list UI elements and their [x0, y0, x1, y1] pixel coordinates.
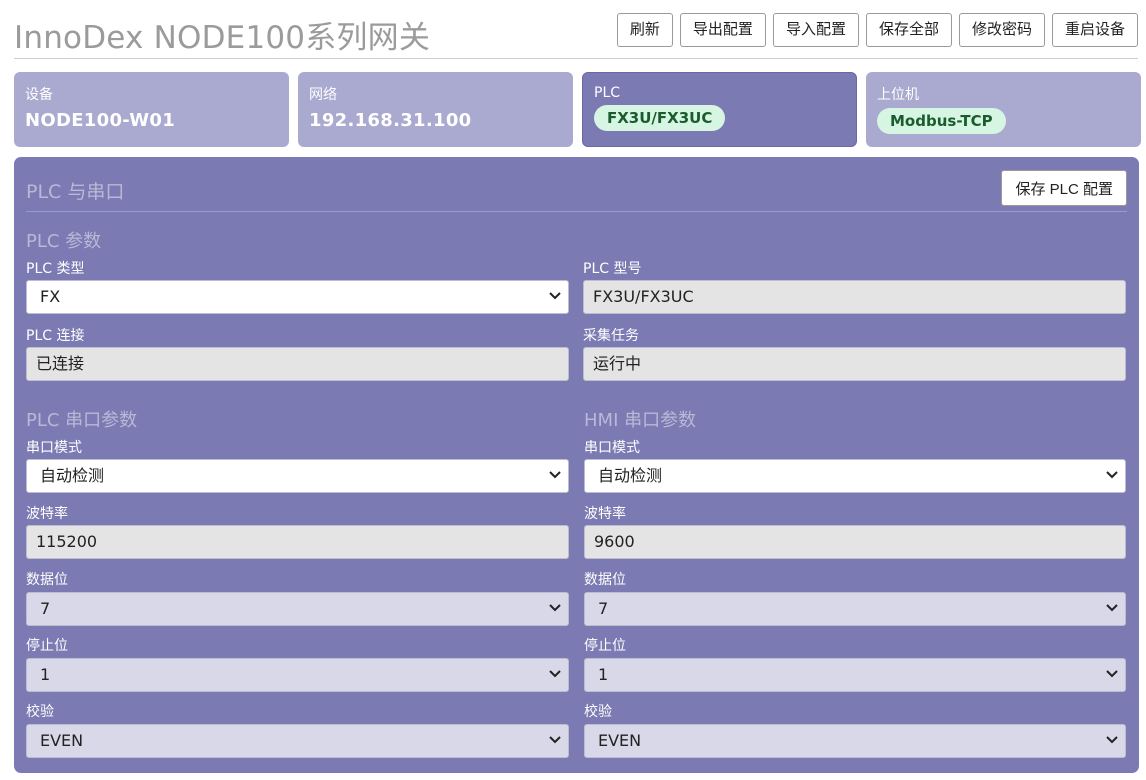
- hmi-databits-label: 数据位: [584, 572, 626, 588]
- card-device-label: 设备: [25, 87, 53, 103]
- chevron-down-icon: [1106, 736, 1118, 744]
- plc-stopbits-value: 1: [40, 665, 51, 684]
- plc-baud-field[interactable]: 115200: [26, 525, 569, 559]
- plc-type-label: PLC 类型: [26, 261, 85, 277]
- header-divider: [14, 58, 1138, 59]
- card-host-label: 上位机: [877, 87, 919, 103]
- card-network-value: 192.168.31.100: [309, 110, 472, 131]
- chevron-down-icon: [549, 471, 561, 479]
- collect-task-field[interactable]: 运行中: [583, 347, 1126, 381]
- hmi-baud-field[interactable]: 9600: [584, 525, 1126, 559]
- card-device-value: NODE100-W01: [25, 110, 176, 131]
- plc-parity-label: 校验: [26, 704, 54, 720]
- hmi-databits-select[interactable]: 7: [584, 592, 1126, 626]
- plc-serial-mode-value: 自动检测: [40, 466, 105, 485]
- reboot-device-button[interactable]: 重启设备: [1051, 13, 1138, 47]
- hmi-stopbits-select[interactable]: 1: [584, 658, 1126, 692]
- refresh-button[interactable]: 刷新: [616, 13, 673, 47]
- plc-parity-value: EVEN: [40, 731, 84, 750]
- panel-divider: [26, 211, 1127, 212]
- hmi-stopbits-value: 1: [598, 665, 609, 684]
- plc-baud-label: 波特率: [26, 506, 68, 522]
- chevron-down-icon: [549, 292, 561, 300]
- hmi-parity-select[interactable]: EVEN: [584, 724, 1126, 758]
- chevron-down-icon: [1106, 670, 1118, 678]
- plc-databits-select[interactable]: 7: [26, 592, 569, 626]
- plc-parity-select[interactable]: EVEN: [26, 724, 569, 758]
- hmi-parity-label: 校验: [584, 704, 612, 720]
- panel-title: PLC 与串口: [26, 181, 125, 203]
- plc-connection-field[interactable]: 已连接: [26, 347, 569, 381]
- status-cards: 设备 NODE100-W01 网络 192.168.31.100 PLC FX3…: [14, 72, 1141, 147]
- hmi-serial-title: HMI 串口参数: [584, 410, 697, 431]
- card-host[interactable]: 上位机 Modbus-TCP: [866, 72, 1141, 147]
- chevron-down-icon: [1106, 471, 1118, 479]
- hmi-serial-mode-label: 串口模式: [584, 440, 640, 456]
- plc-params-title: PLC 参数: [26, 231, 102, 252]
- plc-databits-value: 7: [40, 599, 51, 618]
- change-password-button[interactable]: 修改密码: [958, 13, 1045, 47]
- card-network-label: 网络: [309, 87, 337, 103]
- plc-stopbits-select[interactable]: 1: [26, 658, 569, 692]
- plc-serial-mode-label: 串口模式: [26, 440, 82, 456]
- hmi-stopbits-label: 停止位: [584, 638, 626, 654]
- import-config-button[interactable]: 导入配置: [772, 13, 859, 47]
- plc-databits-label: 数据位: [26, 572, 68, 588]
- header: InnoDex NODE100系列网关 刷新 导出配置 导入配置 保存全部 修改…: [14, 8, 1138, 56]
- card-network[interactable]: 网络 192.168.31.100: [298, 72, 573, 147]
- plc-model-field[interactable]: FX3U/FX3UC: [583, 280, 1126, 314]
- collect-task-label: 采集任务: [583, 328, 639, 344]
- plc-serial-title: PLC 串口参数: [26, 410, 138, 431]
- plc-serial-mode-select[interactable]: 自动检测: [26, 459, 569, 493]
- plc-type-select[interactable]: FX: [26, 280, 569, 314]
- card-device[interactable]: 设备 NODE100-W01: [14, 72, 289, 147]
- plc-model-label: PLC 型号: [583, 261, 642, 277]
- toolbar: 刷新 导出配置 导入配置 保存全部 修改密码 重启设备: [616, 13, 1138, 47]
- hmi-databits-value: 7: [598, 599, 609, 618]
- hmi-baud-label: 波特率: [584, 506, 626, 522]
- export-config-button[interactable]: 导出配置: [679, 13, 766, 47]
- card-host-badge: Modbus-TCP: [877, 108, 1006, 134]
- app-title: InnoDex NODE100系列网关: [14, 20, 431, 56]
- plc-serial-panel: PLC 与串口 保存 PLC 配置 PLC 参数 PLC 类型 FX PLC 型…: [14, 157, 1139, 773]
- card-plc-badge: FX3U/FX3UC: [594, 105, 726, 131]
- card-plc[interactable]: PLC FX3U/FX3UC: [582, 72, 857, 147]
- card-plc-label: PLC: [594, 85, 621, 101]
- save-plc-config-button[interactable]: 保存 PLC 配置: [1001, 170, 1127, 206]
- plc-connection-label: PLC 连接: [26, 328, 85, 344]
- save-all-button[interactable]: 保存全部: [865, 13, 952, 47]
- hmi-serial-mode-select[interactable]: 自动检测: [584, 459, 1126, 493]
- chevron-down-icon: [549, 736, 561, 744]
- plc-stopbits-label: 停止位: [26, 638, 68, 654]
- plc-type-value: FX: [40, 287, 61, 306]
- chevron-down-icon: [549, 670, 561, 678]
- hmi-serial-mode-value: 自动检测: [598, 466, 663, 485]
- chevron-down-icon: [1106, 604, 1118, 612]
- chevron-down-icon: [549, 604, 561, 612]
- hmi-parity-value: EVEN: [598, 731, 642, 750]
